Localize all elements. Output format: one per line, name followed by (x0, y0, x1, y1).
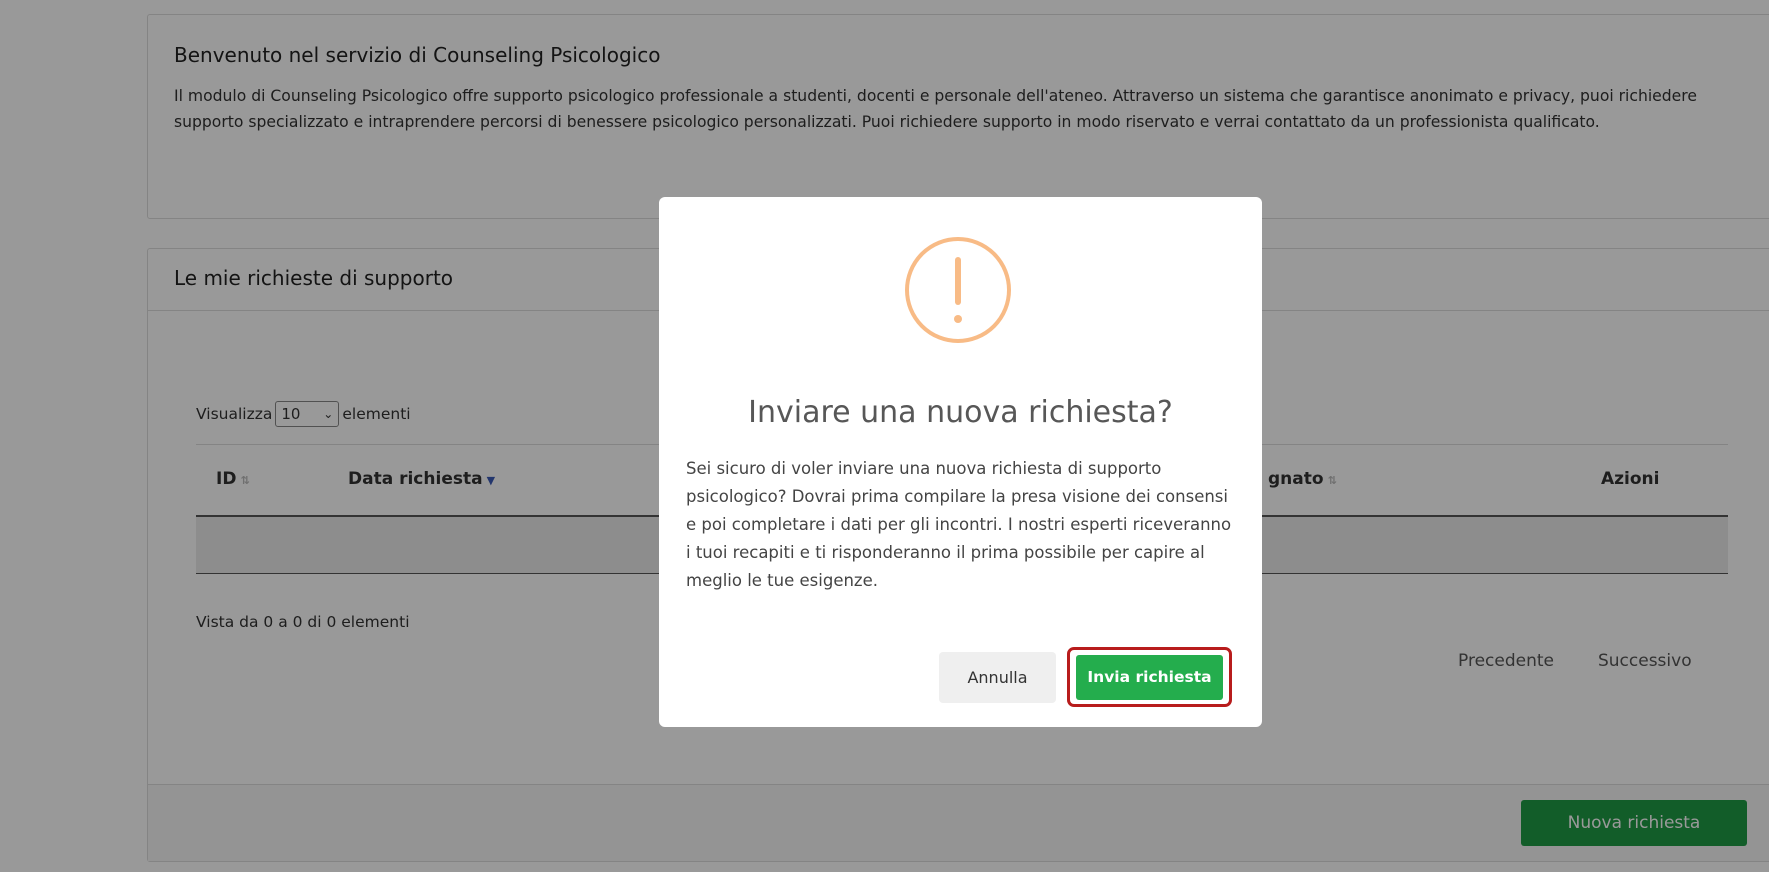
dialog-title: Inviare una nuova richiesta? (748, 395, 1173, 430)
warning-icon (905, 237, 1011, 343)
cancel-button[interactable]: Annulla (939, 652, 1056, 703)
confirm-dialog: Inviare una nuova richiesta? Sei sicuro … (659, 197, 1262, 727)
confirm-button-highlight: Invia richiesta (1067, 647, 1232, 707)
send-request-button[interactable]: Invia richiesta (1076, 654, 1223, 700)
dialog-message: Sei sicuro di voler inviare una nuova ri… (686, 459, 1232, 590)
